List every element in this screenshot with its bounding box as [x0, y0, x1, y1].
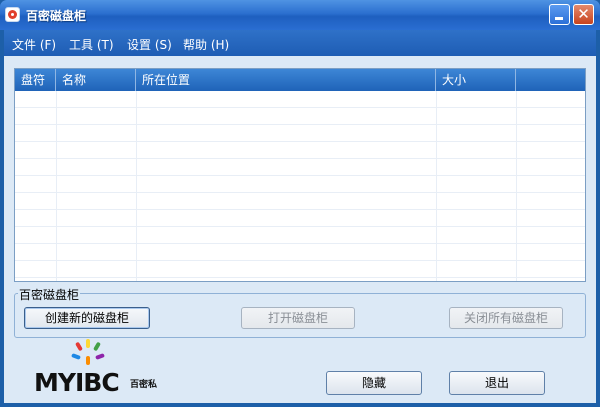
close-all-cabinets-button[interactable]: 关闭所有磁盘柜 — [449, 307, 563, 329]
logo-petal — [95, 353, 105, 360]
table-row[interactable] — [15, 159, 585, 176]
app-icon — [5, 7, 20, 22]
table-row[interactable] — [15, 227, 585, 244]
table-row[interactable] — [15, 193, 585, 210]
column-header-name[interactable]: 名称 — [56, 69, 136, 91]
close-button[interactable]: ✕ — [573, 4, 594, 25]
close-icon: ✕ — [577, 5, 590, 23]
table-row[interactable] — [15, 142, 585, 159]
table-row[interactable] — [15, 176, 585, 193]
client-area: 文件 (F) 工具 (T) 设置 (S) 帮助 (H) 盘符 名称 所在位置 大… — [4, 30, 596, 403]
create-cabinet-button[interactable]: 创建新的磁盘柜 — [24, 307, 150, 329]
table-row[interactable] — [15, 125, 585, 142]
table-row[interactable] — [15, 244, 585, 261]
table-row[interactable] — [15, 210, 585, 227]
logo-petal — [75, 341, 83, 352]
logo-text: MYIBC — [34, 368, 120, 397]
logo-petal — [71, 353, 81, 360]
minimize-button[interactable] — [549, 4, 570, 25]
menu-tools[interactable]: 工具 (T) — [69, 36, 114, 53]
column-header-drive[interactable]: 盘符 — [15, 69, 56, 91]
table-row[interactable] — [15, 108, 585, 125]
table-row[interactable] — [15, 261, 585, 278]
table-row[interactable] — [15, 91, 585, 108]
group-title: 百密磁盘柜 — [18, 286, 81, 303]
column-header-size[interactable]: 大小 — [436, 69, 516, 91]
title-bar: 百密磁盘柜 ✕ — [0, 0, 600, 30]
open-cabinet-button[interactable]: 打开磁盘柜 — [241, 307, 355, 329]
logo-petal — [86, 356, 90, 365]
hide-button[interactable]: 隐藏 — [326, 371, 422, 395]
menu-settings[interactable]: 设置 (S) — [127, 36, 172, 53]
menu-help[interactable]: 帮助 (H) — [183, 36, 229, 53]
column-header-extra[interactable] — [516, 69, 585, 91]
logo-petal — [93, 341, 101, 352]
window-title: 百密磁盘柜 — [26, 9, 87, 23]
logo-petal — [86, 339, 90, 348]
list-header: 盘符 名称 所在位置 大小 — [15, 69, 585, 91]
column-header-location[interactable]: 所在位置 — [136, 69, 436, 91]
myibc-logo: MYIBC 百密私 — [34, 336, 174, 397]
exit-button[interactable]: 退出 — [449, 371, 545, 395]
logo-subtitle: 百密私 — [130, 380, 158, 390]
menu-file[interactable]: 文件 (F) — [12, 36, 56, 53]
drive-list[interactable]: 盘符 名称 所在位置 大小 — [14, 68, 586, 282]
menu-bar: 文件 (F) 工具 (T) 设置 (S) 帮助 (H) — [4, 30, 596, 56]
disk-cabinet-group: 百密磁盘柜 创建新的磁盘柜 打开磁盘柜 关闭所有磁盘柜 — [14, 286, 586, 338]
